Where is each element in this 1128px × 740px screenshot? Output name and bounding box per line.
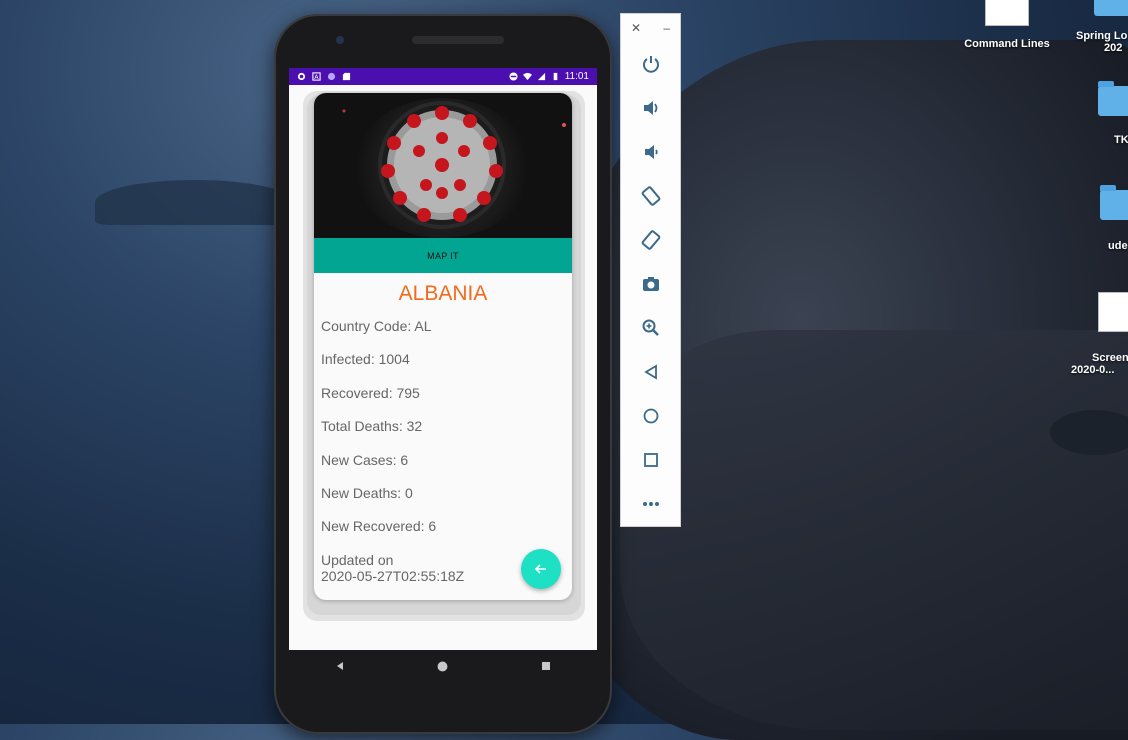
virus-illustration: [342, 101, 566, 229]
overview-button[interactable]: [621, 438, 680, 482]
desktop-wallpaper-rocks: [620, 330, 1128, 730]
emulator-toolbar: ✕ –: [620, 13, 681, 527]
zoom-icon: [642, 319, 659, 336]
back-fab-button[interactable]: [521, 549, 561, 589]
more-button[interactable]: [621, 482, 680, 526]
stats-list: Country Code: AL Infected: 1004 Recovere…: [314, 318, 572, 584]
stat-new-deaths: New Deaths: 0: [321, 484, 413, 501]
stat-recovered: Recovered: 795: [321, 384, 420, 401]
earpiece-speaker: [412, 36, 504, 44]
stat-new-recovered: New Recovered: 6: [321, 518, 437, 535]
country-card: MAP IT ALBANIA Country Code: AL Infected…: [314, 93, 572, 600]
overview-icon: [643, 453, 658, 467]
svg-text:A: A: [314, 74, 319, 81]
desktop-icon-sublabel: 202: [1104, 42, 1123, 54]
folder-icon: [1100, 185, 1128, 220]
rotate-left-icon: [641, 186, 660, 206]
nav-back-icon[interactable]: [335, 661, 345, 671]
zoom-button[interactable]: [621, 306, 680, 350]
volume-up-button[interactable]: [621, 86, 680, 130]
document-icon: [1098, 292, 1128, 332]
more-icon: [642, 502, 659, 506]
rotate-left-button[interactable]: [621, 174, 680, 218]
desktop-icon-sublabel: 2020-0...: [1071, 364, 1115, 376]
nav-home-icon[interactable]: [437, 661, 448, 672]
rotate-right-button[interactable]: [621, 218, 680, 262]
back-icon: [643, 364, 657, 380]
arrow-left-icon: [534, 564, 546, 574]
close-icon[interactable]: ✕: [631, 21, 641, 35]
power-button[interactable]: [621, 42, 680, 86]
desktop-icon-label: Command Lines: [964, 38, 1050, 50]
rotate-right-icon: [641, 230, 660, 250]
battery-icon: [553, 72, 558, 81]
nav-overview-icon[interactable]: [541, 661, 551, 671]
desktop-icon-ude[interactable]: ude: [1096, 185, 1128, 252]
volume-up-icon: [643, 101, 657, 115]
toolbar-window-controls: ✕ –: [621, 14, 680, 42]
power-icon: [642, 56, 659, 73]
back-button[interactable]: [621, 350, 680, 394]
desktop-icon-command-lines[interactable]: Command Lines: [955, 0, 1059, 50]
do-not-disturb-icon: [509, 72, 518, 81]
android-nav-bar: [289, 650, 597, 682]
settings-icon: [297, 72, 306, 81]
desktop-wallpaper-island: [95, 180, 295, 225]
desktop-icon-label: Screen: [1092, 352, 1128, 364]
desktop-icon-spring[interactable]: Spring Lo 202: [1076, 0, 1128, 54]
stat-new-cases: New Cases: 6: [321, 451, 409, 468]
coronavirus-image: [314, 93, 572, 238]
font-icon: A: [312, 72, 321, 81]
wifi-icon: [522, 72, 532, 81]
stat-total-deaths: Total Deaths: 32: [321, 418, 423, 435]
home-button[interactable]: [621, 394, 680, 438]
folder-icon: [1094, 0, 1128, 16]
front-camera: [336, 36, 344, 44]
screenshot-button[interactable]: [621, 262, 680, 306]
desktop-icon-label: TK: [1114, 134, 1128, 146]
volume-down-button[interactable]: [621, 130, 680, 174]
folder-icon: [1098, 81, 1128, 116]
desktop-icon-screenshot[interactable]: Screen 2020-0...: [1068, 292, 1128, 376]
desktop-icon-tk[interactable]: TK: [1096, 81, 1128, 146]
stat-infected: Infected: 1004: [321, 351, 410, 368]
home-icon: [643, 408, 658, 424]
document-icon: [985, 0, 1029, 26]
minimize-icon[interactable]: –: [663, 21, 670, 35]
signal-icon: [537, 72, 545, 81]
sd-card-icon: [342, 72, 351, 81]
status-bar: A 11:01: [289, 68, 597, 85]
desktop-icon-label: Spring Lo: [1076, 30, 1128, 42]
country-title: ALBANIA: [398, 282, 488, 305]
volume-down-icon: [644, 145, 658, 159]
desktop-icon-label: ude: [1108, 240, 1128, 252]
stat-country-code: Country Code: AL: [321, 318, 432, 334]
map-it-button[interactable]: MAP IT: [314, 238, 572, 273]
camera-icon: [642, 277, 659, 291]
notification-icon: [327, 72, 336, 81]
status-time: 11:01: [564, 71, 589, 82]
phone-screen: A 11:01 MAP IT ALBANIA Country Code: AL …: [289, 68, 597, 650]
android-emulator-phone: A 11:01 MAP IT ALBANIA Country Code: AL …: [274, 14, 612, 734]
